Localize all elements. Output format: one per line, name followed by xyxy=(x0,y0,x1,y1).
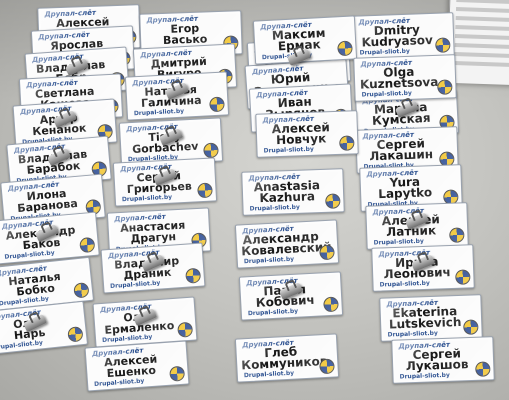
drupal-drop-logo xyxy=(67,326,84,343)
drupal-drop-logo xyxy=(73,282,90,299)
badge-last-name: Kuznetsova xyxy=(359,74,439,92)
drupal-drop-logo xyxy=(339,135,355,151)
drupal-drop-logo xyxy=(319,358,335,375)
badge-url: Drupal-sliot.by xyxy=(243,369,295,380)
badge-url: Drupal-sliot.by xyxy=(379,279,430,289)
drupal-drop-logo xyxy=(169,365,186,382)
badge-url: Drupal-sliot.by xyxy=(361,89,412,99)
drupal-drop-logo xyxy=(203,142,219,159)
name-badge: Друпал-слёт Алексей Ешенко Drupal-sliot.by xyxy=(84,340,190,392)
drupal-drop-logo xyxy=(437,79,453,95)
drupal-drop-logo xyxy=(475,361,491,377)
badge-url: Drupal-sliot.by xyxy=(249,203,300,213)
name-badge: Друпал-слёт Anastasia Kazhura Drupal-sliot.… xyxy=(241,168,345,216)
drupal-drop-logo xyxy=(325,193,341,209)
name-badge: Друпал-слёт Сергей Лукашов Drupal-sliot.by xyxy=(391,336,495,384)
drupal-drop-logo xyxy=(455,269,471,285)
badge-last-name: Лукашов xyxy=(405,357,469,374)
drupal-drop-logo xyxy=(319,244,335,261)
drupal-drop-logo xyxy=(177,321,194,338)
badge-last-name: Lutskevich xyxy=(388,314,462,332)
drupal-drop-logo xyxy=(209,96,225,113)
badge-last-name: Kazhura xyxy=(259,189,316,206)
name-badge: Друпал-слёт Александр Ковалевский Drupal-sl… xyxy=(234,219,340,269)
badge-url: Drupal-sliot.by xyxy=(133,107,185,118)
drupal-drop-logo xyxy=(449,227,465,243)
drupal-drop-logo xyxy=(337,40,353,57)
badge-url: Drupal-sliot.by xyxy=(247,307,299,318)
badge-url: Drupal-sliot.by xyxy=(243,255,295,266)
badge-url: Drupal-sliot.by xyxy=(263,145,314,155)
drupal-drop-logo xyxy=(463,319,479,335)
name-badge: Друпал-слёт Olga Kuznetsova Drupal-sliot.by xyxy=(353,54,457,102)
name-badge: Друпал-слёт Dmitry Kudryasov Drupal-sliot.b… xyxy=(351,12,455,60)
badge-last-name: Ковалевский xyxy=(240,239,332,259)
badge-last-name: Коммуников xyxy=(240,353,328,373)
drupal-drop-logo xyxy=(185,267,202,284)
drupal-drop-logo xyxy=(323,296,339,313)
badge-last-name: Лакашин xyxy=(369,147,434,164)
badge-last-name: Новчук xyxy=(275,131,327,148)
name-badge: Друпал-слёт Глеб Коммуников Drupal-sliot.by xyxy=(234,333,340,383)
drupal-drop-logo xyxy=(79,236,96,254)
badge-url: Drupal-sliot.by xyxy=(387,329,438,339)
badge-url: Drupal-sliot.by xyxy=(121,193,173,204)
drupal-drop-logo xyxy=(435,37,451,53)
badge-url: Drupal-sliot.by xyxy=(399,371,450,381)
badge-last-name: Lapytko xyxy=(378,185,433,202)
name-badge: Друпал-слёт Алексей Новчук Drupal-sliot.by xyxy=(255,110,359,158)
badge-last-name: Kudryasov xyxy=(361,32,434,50)
table-scene: Друпал-слётАлексейАвгустиновичDrupal-sli… xyxy=(0,0,509,400)
name-badge: Друпал-слёт Ekaterina Lutskevich Drupal-sli… xyxy=(379,294,483,342)
drupal-drop-logo xyxy=(197,182,213,199)
